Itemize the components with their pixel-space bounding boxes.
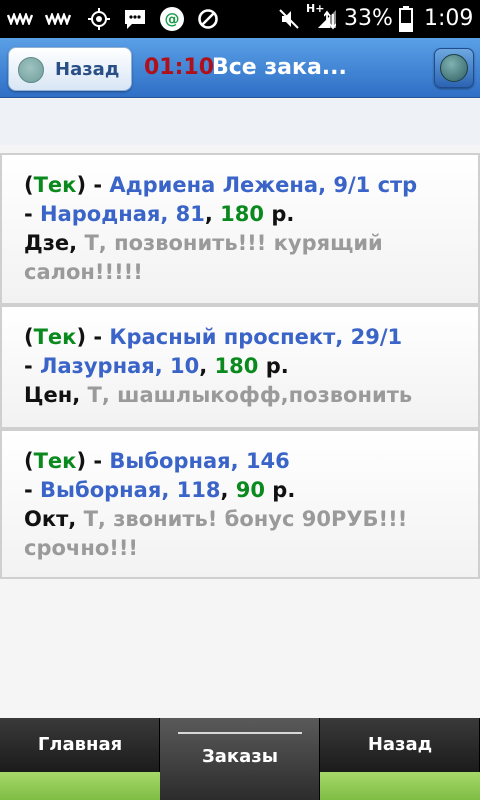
wavy-signal-icon	[44, 6, 72, 32]
wavy-signal-icon	[6, 6, 34, 32]
order-from-address: Выборная, 146	[109, 449, 290, 473]
order-item[interactable]: (Тек) - Красный проспект, 29/1 - Лазурна…	[0, 305, 480, 429]
order-client: Дзе	[24, 231, 70, 255]
order-from-address: Адриена Лежена, 9/1 стр	[109, 173, 418, 197]
order-currency: р.	[271, 202, 295, 226]
indicator-dot-icon	[440, 54, 468, 82]
order-tariff: Т	[84, 231, 99, 255]
order-to-address: Выборная, 118	[40, 478, 221, 502]
bottom-nav: Главная Заказы Назад	[0, 718, 480, 800]
order-client: Окт	[24, 507, 69, 531]
page-title: Все зака...	[212, 55, 347, 80]
back-button[interactable]: Назад	[8, 47, 132, 91]
mute-icon	[276, 6, 302, 32]
order-tariff: Т	[83, 507, 98, 531]
svg-text:@: @	[165, 10, 180, 28]
status-dot-icon	[18, 57, 44, 83]
menu-button[interactable]	[434, 48, 474, 88]
order-from-address: Красный проспект, 29/1	[109, 325, 403, 349]
clock: 1:09	[424, 6, 474, 31]
order-client: Цен	[24, 383, 73, 407]
order-note-continued: салон!!!!!	[24, 260, 143, 284]
order-to-address: Народная, 81	[40, 202, 205, 226]
gps-icon	[86, 6, 112, 32]
tab-home-label: Главная	[37, 734, 123, 755]
order-note-continued: срочно!!!	[24, 536, 138, 560]
battery-icon	[398, 6, 414, 32]
tab-orders-label: Заказы	[201, 746, 279, 767]
tab-orders[interactable]: Заказы	[160, 718, 320, 800]
order-price: 90	[235, 478, 265, 502]
status-bar: @ H+ 33% 1:09	[0, 0, 480, 38]
email-at-icon: @	[158, 6, 186, 32]
order-price: 180	[220, 202, 265, 226]
order-note: позвонить!!! курящий	[114, 231, 383, 255]
order-status: Тек	[33, 173, 77, 197]
order-timer: 01:10	[144, 55, 215, 80]
tab-back[interactable]: Назад	[320, 718, 480, 800]
tab-home[interactable]: Главная	[0, 718, 160, 800]
order-price: 180	[214, 354, 259, 378]
app-header: Назад 01:10 Все зака...	[0, 38, 480, 98]
order-status: Тек	[33, 325, 77, 349]
battery-percent: 33%	[344, 6, 393, 31]
order-to-address: Лазурная, 10	[40, 354, 200, 378]
active-tab-indicator	[178, 732, 302, 734]
signal-bars-icon	[314, 6, 340, 32]
order-note: шашлыкофф,позвонить	[117, 383, 413, 407]
tab-back-label: Назад	[367, 734, 433, 755]
chat-icon	[122, 6, 148, 32]
order-currency: р.	[272, 478, 296, 502]
header-spacer	[0, 99, 480, 145]
order-tariff: Т	[87, 383, 102, 407]
order-item[interactable]: (Тек) - Адриена Лежена, 9/1 стр - Народн…	[0, 153, 480, 305]
order-item[interactable]: (Тек) - Выборная, 146 - Выборная, 118, 9…	[0, 429, 480, 579]
order-note: звонить! бонус 90РУБ!!!	[113, 507, 408, 531]
blocked-icon	[196, 6, 220, 32]
order-status: Тек	[33, 449, 77, 473]
order-currency: р.	[265, 354, 289, 378]
back-button-label: Назад	[55, 59, 120, 80]
